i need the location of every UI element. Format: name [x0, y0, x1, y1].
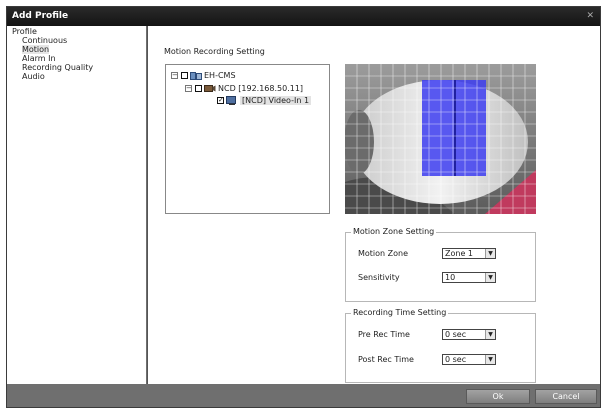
camera-preview[interactable] [345, 64, 536, 214]
camera-device-icon [204, 85, 216, 92]
motion-zone-setting-group: Motion Zone Setting Motion Zone Zone 1 ▼… [345, 227, 536, 302]
tree-channel-label: [NCD] Video-In 1 [240, 96, 312, 105]
sidebar-item-audio[interactable]: Audio [22, 72, 45, 81]
group-title: Recording Time Setting [351, 308, 449, 317]
sensitivity-label: Sensitivity [358, 273, 400, 282]
motion-grid-preview[interactable] [345, 64, 536, 214]
post-rec-time-select[interactable]: 0 sec ▼ [442, 354, 496, 365]
dialog-title: Add Profile [12, 11, 69, 21]
chevron-down-icon[interactable]: ▼ [485, 273, 495, 282]
chevron-down-icon[interactable]: ▼ [485, 249, 495, 258]
tree-root-label: EH-CMS [204, 71, 236, 80]
pre-rec-time-label: Pre Rec Time [358, 330, 410, 339]
tree-node-device[interactable]: − NCD [192.168.50.11] [185, 84, 303, 93]
sensitivity-select[interactable]: 10 ▼ [442, 272, 496, 283]
sidebar-item-continuous[interactable]: Continuous [22, 36, 67, 45]
tree-channel-checkbox[interactable]: ✓ [217, 97, 224, 104]
group-title: Motion Zone Setting [351, 227, 437, 236]
ok-button[interactable]: Ok [466, 389, 530, 404]
collapse-icon[interactable]: − [185, 85, 192, 92]
post-rec-time-value: 0 sec [445, 355, 467, 364]
close-icon[interactable]: ✕ [586, 11, 594, 21]
server-icon [190, 72, 202, 80]
recording-time-setting-group: Recording Time Setting Pre Rec Time 0 se… [345, 308, 536, 383]
collapse-icon[interactable]: − [171, 72, 178, 79]
sidebar-item-motion[interactable]: Motion [22, 45, 50, 54]
cancel-button[interactable]: Cancel [535, 389, 597, 404]
video-channel-icon [226, 96, 236, 105]
chevron-down-icon[interactable]: ▼ [485, 330, 495, 339]
motion-zone-value: Zone 1 [445, 249, 473, 258]
profile-sidebar: Profile Continuous Motion Alarm In Recor… [7, 26, 146, 384]
tree-device-label: NCD [192.168.50.11] [218, 84, 304, 93]
post-rec-time-label: Post Rec Time [358, 355, 414, 364]
title-bar: Add Profile ✕ [7, 7, 600, 26]
motion-zone-label: Motion Zone [358, 249, 409, 258]
tree-node-root[interactable]: − EH-CMS [171, 71, 236, 80]
chevron-down-icon[interactable]: ▼ [485, 355, 495, 364]
motion-zone-select[interactable]: Zone 1 ▼ [442, 248, 496, 259]
main-panel: Motion Recording Setting − EH-CMS − NCD … [147, 26, 600, 384]
sensitivity-value: 10 [445, 273, 456, 282]
sidebar-item-profile[interactable]: Profile [12, 27, 37, 36]
add-profile-dialog: Add Profile ✕ Profile Continuous Motion … [6, 6, 601, 408]
device-tree[interactable]: − EH-CMS − NCD [192.168.50.11] ✓ [NCD] V… [165, 64, 330, 214]
pre-rec-time-select[interactable]: 0 sec ▼ [442, 329, 496, 340]
tree-root-checkbox[interactable] [181, 72, 188, 79]
sidebar-item-recording-quality[interactable]: Recording Quality [22, 63, 93, 72]
section-title: Motion Recording Setting [164, 47, 265, 56]
tree-node-channel[interactable]: ✓ [NCD] Video-In 1 [217, 96, 312, 105]
dialog-footer: Ok Cancel [7, 384, 600, 407]
pre-rec-time-value: 0 sec [445, 330, 467, 339]
sidebar-item-alarm-in[interactable]: Alarm In [22, 54, 56, 63]
tree-device-checkbox[interactable] [195, 85, 202, 92]
